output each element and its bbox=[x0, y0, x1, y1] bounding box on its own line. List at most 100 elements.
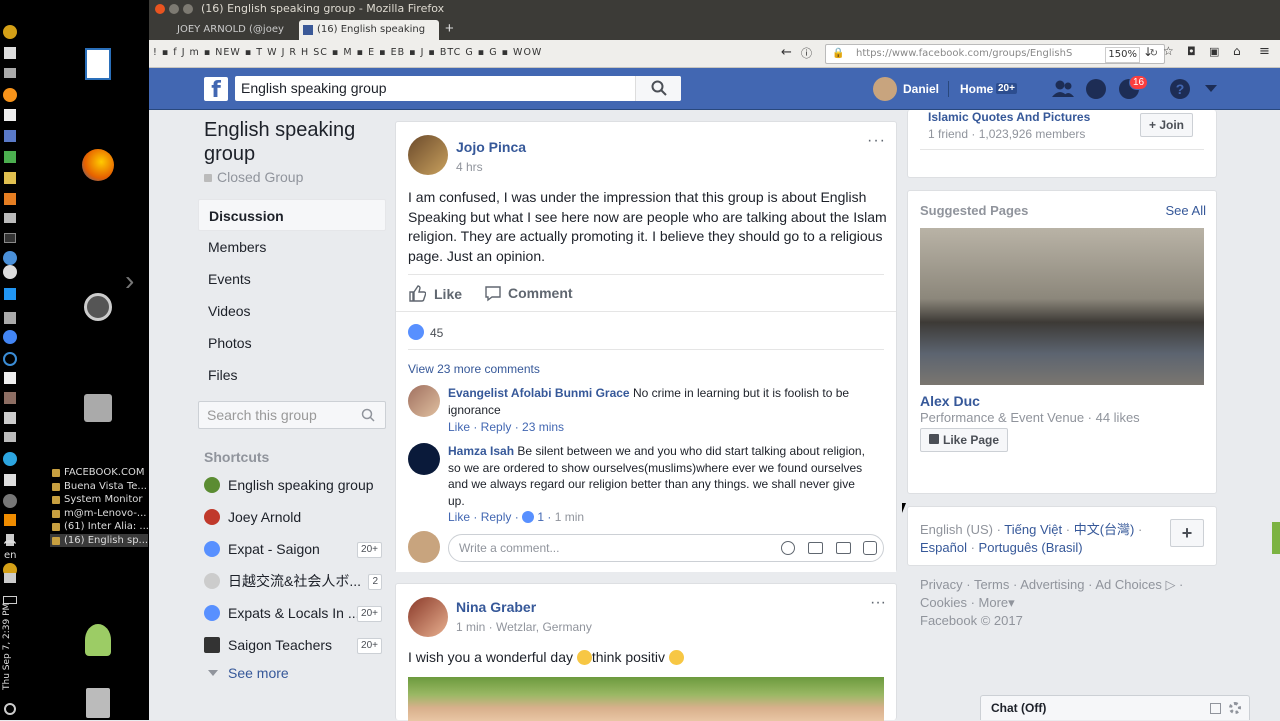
dock-icon-chromium[interactable] bbox=[3, 251, 17, 265]
post-author[interactable]: Jojo Pinca bbox=[456, 139, 526, 155]
bookmark[interactable]: ! bbox=[153, 47, 158, 58]
comment-time[interactable]: 1 min bbox=[555, 510, 584, 524]
language-link[interactable]: Español bbox=[920, 540, 967, 555]
clock[interactable]: Thu Sep 7, 2:39 PM bbox=[2, 600, 12, 690]
bookmark[interactable]: BTC bbox=[440, 47, 461, 58]
comment-button[interactable]: Comment bbox=[484, 284, 573, 302]
like-button[interactable]: Like bbox=[408, 284, 462, 302]
window-item[interactable]: FACEBOOK.COM bbox=[50, 466, 148, 480]
add-language-button[interactable]: + bbox=[1170, 519, 1204, 547]
window-item[interactable]: m@m-Lenovo-... bbox=[50, 507, 148, 521]
reactions-summary[interactable]: 45 bbox=[408, 324, 443, 340]
shortcut-joey-arnold[interactable]: Joey Arnold bbox=[198, 501, 386, 533]
star-icon[interactable]: ☆ bbox=[1163, 44, 1174, 58]
zoom-level[interactable]: 150% bbox=[1105, 47, 1140, 63]
suggested-group-name[interactable]: Islamic Quotes And Pictures bbox=[928, 110, 1090, 124]
shortcut-english-group[interactable]: English speaking group bbox=[198, 469, 386, 501]
bookmarks-strip[interactable]: ! ▪ f J m ▪ NEW ▪ T W J R H SC ▪ M ▪ E ▪… bbox=[153, 47, 542, 58]
group-title[interactable]: English speaking group bbox=[198, 118, 386, 166]
window-item[interactable]: Buena Vista Te... bbox=[50, 480, 148, 494]
shortcut-saigon-teachers[interactable]: Saigon Teachers 20+ bbox=[198, 629, 386, 661]
dock-icon-monitor[interactable] bbox=[4, 288, 16, 300]
window-item[interactable]: (16) English sp... bbox=[50, 533, 148, 547]
friend-requests-icon[interactable] bbox=[1052, 79, 1074, 99]
page-scrollbar[interactable] bbox=[1272, 522, 1280, 554]
post-options-icon[interactable]: ··· bbox=[870, 594, 886, 612]
dock-icon-atom[interactable] bbox=[3, 352, 17, 366]
shortcut-japanese-group[interactable]: 日越交流&社会人ボ... 2 bbox=[198, 565, 386, 597]
desktop-icon-ubuntu[interactable] bbox=[84, 293, 112, 321]
dock-icon-doc[interactable] bbox=[4, 47, 16, 59]
dock-icon-text[interactable] bbox=[4, 109, 16, 121]
volume-icon[interactable] bbox=[4, 573, 16, 583]
bookmark[interactable]: J bbox=[282, 47, 286, 58]
dock-icon-disk[interactable] bbox=[4, 412, 16, 424]
bookmark[interactable]: G bbox=[489, 47, 497, 58]
facebook-search-input[interactable]: English speaking group bbox=[235, 76, 681, 101]
join-group-button[interactable]: + Join bbox=[1140, 113, 1194, 137]
post-time[interactable]: 4 hrs bbox=[456, 160, 483, 174]
dock-icon-vlc[interactable] bbox=[4, 514, 16, 526]
bookmark[interactable]: T bbox=[256, 47, 263, 58]
download-icon[interactable]: ↓ bbox=[1143, 45, 1153, 59]
home-link[interactable]: Home bbox=[960, 82, 993, 96]
chat-bar[interactable]: Chat (Off) bbox=[980, 695, 1250, 720]
dock-icon-drive[interactable] bbox=[4, 213, 16, 223]
help-icon[interactable]: ? bbox=[1170, 79, 1190, 99]
dock-icon-terminal[interactable] bbox=[4, 233, 16, 243]
nav-members[interactable]: Members bbox=[198, 231, 386, 263]
post-photo[interactable] bbox=[408, 677, 884, 721]
maximize-window-button[interactable] bbox=[183, 4, 193, 14]
dock-icon-sheet[interactable] bbox=[4, 151, 16, 163]
window-item[interactable]: System Monitor bbox=[50, 493, 148, 507]
nav-videos[interactable]: Videos bbox=[198, 295, 386, 327]
see-more-link[interactable]: See more bbox=[198, 661, 386, 685]
dock-icon-camera[interactable] bbox=[4, 312, 16, 324]
bookmark[interactable]: G bbox=[465, 47, 473, 58]
author-avatar[interactable] bbox=[408, 135, 448, 175]
bookmark[interactable]: H bbox=[301, 47, 309, 58]
dock-icon-slides[interactable] bbox=[4, 193, 16, 205]
comment-like-link[interactable]: Like bbox=[448, 510, 470, 524]
dock-icon-window[interactable] bbox=[4, 474, 16, 486]
dock-icon-calc[interactable] bbox=[4, 130, 16, 142]
footer-link[interactable]: Terms bbox=[974, 577, 1009, 592]
bookmark[interactable]: W bbox=[267, 47, 277, 58]
shortcut-expat-saigon[interactable]: Expat - Saigon 20+ bbox=[198, 533, 386, 565]
desktop-icon-firefox[interactable] bbox=[82, 149, 114, 181]
bookmark[interactable]: SC bbox=[313, 47, 328, 58]
dock-icon-coin[interactable] bbox=[3, 25, 17, 39]
like-page-button[interactable]: Like Page bbox=[920, 428, 1009, 452]
info-icon[interactable]: ⓘ bbox=[801, 45, 812, 61]
bookmark[interactable]: J bbox=[182, 47, 186, 58]
nav-events[interactable]: Events bbox=[198, 263, 386, 295]
dock-icon-wifi[interactable] bbox=[4, 540, 16, 548]
bookmark[interactable]: f bbox=[173, 47, 177, 58]
bookmark[interactable]: m bbox=[190, 47, 200, 58]
desktop-icon-document[interactable] bbox=[85, 48, 111, 80]
post-meta[interactable]: 1 min · Wetzlar, Germany bbox=[456, 620, 592, 634]
desktop-icon-chevron[interactable]: › bbox=[125, 265, 134, 297]
bookmark[interactable]: NEW bbox=[215, 47, 241, 58]
commenter-avatar[interactable] bbox=[408, 385, 440, 417]
bookmark[interactable]: R bbox=[289, 47, 297, 58]
author-avatar[interactable] bbox=[408, 597, 448, 637]
language-link[interactable]: Tiếng Việt bbox=[1004, 522, 1062, 537]
dock-icon-screen[interactable] bbox=[4, 372, 16, 384]
dock-icon-box[interactable] bbox=[4, 392, 16, 404]
language-link[interactable]: Português (Brasil) bbox=[979, 540, 1083, 555]
write-comment-input[interactable]: Write a comment... bbox=[448, 534, 884, 562]
dock-icon-blocks[interactable] bbox=[4, 172, 16, 184]
dock-icon-ubuntu-settings[interactable] bbox=[3, 494, 17, 508]
bookmark[interactable]: E bbox=[368, 47, 375, 58]
url-bar[interactable]: 🔒 https://www.facebook.com/groups/English… bbox=[825, 44, 1165, 64]
group-search-input[interactable]: Search this group bbox=[198, 401, 386, 429]
nav-discussion[interactable]: Discussion bbox=[198, 199, 386, 231]
shortcut-expats-locals[interactable]: Expats & Locals In ... 20+ bbox=[198, 597, 386, 629]
dock-icon-ball[interactable] bbox=[3, 265, 17, 279]
comment-reply-link[interactable]: Reply bbox=[481, 510, 512, 524]
post-options-icon[interactable]: ··· bbox=[867, 132, 886, 150]
tab-english-group[interactable]: (16) English speaking bbox=[299, 20, 439, 40]
bookmark[interactable]: M bbox=[343, 47, 352, 58]
profile-avatar[interactable] bbox=[873, 77, 897, 101]
